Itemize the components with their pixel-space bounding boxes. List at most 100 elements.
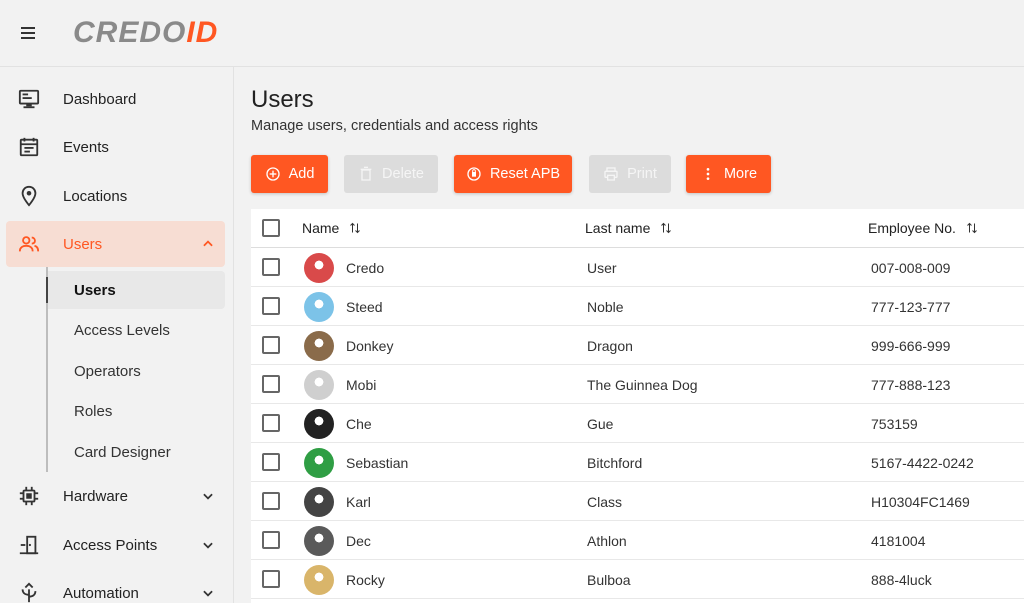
sidebar-item-label: Access Points [63, 536, 158, 554]
sidebar-subitem-operators[interactable]: Operators [48, 352, 225, 390]
sort-icon[interactable] [349, 222, 361, 234]
cell-last-name: The Guinnea Dog [587, 377, 698, 393]
sidebar: Dashboard Events Locations Users Users A… [0, 67, 234, 603]
row-checkbox[interactable] [262, 531, 280, 549]
delete-button[interactable]: Delete [344, 155, 438, 193]
row-checkbox[interactable] [262, 336, 280, 354]
main-content: Users Manage users, credentials and acce… [234, 67, 1024, 603]
cell-last-name: Athlon [587, 533, 627, 549]
sidebar-subitem-label: Access Levels [74, 321, 170, 339]
row-checkbox[interactable] [262, 414, 280, 432]
more-button[interactable]: More [686, 155, 771, 193]
cell-name: Dec [346, 533, 371, 549]
sidebar-subitem-access-levels[interactable]: Access Levels [48, 311, 225, 349]
row-checkbox[interactable] [262, 570, 280, 588]
sidebar-item-dashboard[interactable]: Dashboard [6, 76, 225, 122]
trash-icon [360, 166, 372, 181]
chevron-up-icon [203, 240, 213, 247]
cell-name: Karl [346, 494, 371, 510]
avatar [304, 370, 334, 400]
row-checkbox[interactable] [262, 375, 280, 393]
cell-employee-no: H10304FC1469 [871, 494, 970, 510]
cell-employee-no: 888-4luck [871, 572, 932, 588]
cell-employee-no: 753159 [871, 416, 918, 432]
printer-icon [604, 167, 618, 181]
logo-text-orange: ID [186, 16, 219, 49]
sidebar-item-locations[interactable]: Locations [6, 173, 225, 219]
row-checkbox[interactable] [262, 492, 280, 510]
sidebar-item-automation[interactable]: Automation [6, 570, 225, 603]
cell-name: Mobi [346, 377, 377, 393]
table-row[interactable]: Sebastian Bitchford 5167-4422-0242 [251, 443, 1024, 482]
table-row[interactable]: Mobi The Guinnea Dog 777-888-123 [251, 365, 1024, 404]
avatar [304, 292, 334, 322]
sidebar-item-hardware[interactable]: Hardware [6, 473, 225, 519]
reset-apb-button[interactable]: Reset APB [454, 155, 572, 193]
cell-name: Che [346, 416, 372, 432]
avatar [304, 526, 334, 556]
cell-name: Donkey [346, 338, 394, 354]
print-button-label: Print [627, 166, 657, 182]
sort-icon[interactable] [660, 222, 672, 234]
cell-last-name: Dragon [587, 338, 633, 354]
avatar [304, 487, 334, 517]
table-row[interactable]: Dec Athlon 4181004 [251, 521, 1024, 560]
users-icon [18, 236, 40, 252]
select-all-checkbox[interactable] [262, 219, 280, 237]
table-row[interactable]: Steed Noble 777-123-777 [251, 287, 1024, 326]
cell-last-name: User [587, 260, 617, 276]
sidebar-subitem-roles[interactable]: Roles [48, 392, 225, 430]
cell-name: Sebastian [346, 455, 409, 471]
table-header: Name Last name Employee No. [251, 209, 1024, 248]
page-subtitle: Manage users, credentials and access rig… [251, 118, 538, 134]
sidebar-subitem-card-designer[interactable]: Card Designer [48, 433, 225, 471]
chip-icon [19, 486, 39, 506]
sidebar-subitem-label: Card Designer [74, 443, 171, 461]
table-row[interactable]: Credo User 007-008-009 [251, 248, 1024, 287]
column-header-employee-no[interactable]: Employee No. [868, 220, 978, 236]
add-button-label: Add [288, 166, 315, 182]
cell-last-name: Bitchford [587, 455, 643, 471]
cell-last-name: Gue [587, 416, 614, 432]
row-checkbox[interactable] [262, 258, 280, 276]
avatar [304, 409, 334, 439]
sidebar-item-label: Users [63, 235, 103, 253]
page-title: Users [251, 86, 314, 113]
table-row[interactable]: Karl Class H10304FC1469 [251, 482, 1024, 521]
monitor-icon [18, 89, 40, 109]
users-table: Name Last name Employee No. Credo User 0… [251, 209, 1024, 603]
calendar-icon [19, 137, 39, 157]
avatar [304, 253, 334, 283]
table-row[interactable]: Che Gue 753159 [251, 404, 1024, 443]
avatar [304, 331, 334, 361]
sidebar-subitem-users[interactable]: Users [46, 271, 225, 309]
cell-last-name: Bulboa [587, 572, 631, 588]
row-checkbox[interactable] [262, 297, 280, 315]
hamburger-menu-icon[interactable] [21, 27, 35, 39]
sidebar-item-users[interactable]: Users [6, 221, 225, 267]
sort-icon[interactable] [966, 222, 978, 234]
table-row[interactable]: Donkey Dragon 999-666-999 [251, 326, 1024, 365]
credoid-logo[interactable]: CREDO ID [73, 16, 219, 49]
sidebar-item-label: Dashboard [63, 90, 137, 108]
chevron-down-icon [203, 493, 213, 500]
sidebar-item-access-points[interactable]: Access Points [6, 522, 225, 568]
column-header-name[interactable]: Name [302, 220, 361, 236]
print-button[interactable]: Print [589, 155, 671, 193]
cell-employee-no: 777-888-123 [871, 377, 951, 393]
sidebar-item-label: Automation [63, 584, 139, 602]
sidebar-item-label: Hardware [63, 487, 129, 505]
sidebar-item-events[interactable]: Events [6, 124, 225, 170]
more-button-label: More [723, 166, 758, 182]
logo-text-grey: CREDO [73, 16, 187, 49]
add-button[interactable]: Add [251, 155, 328, 193]
sidebar-subitem-label: Roles [74, 402, 113, 420]
sidebar-item-label: Events [63, 138, 109, 156]
cell-name: Rocky [346, 572, 385, 588]
row-checkbox[interactable] [262, 453, 280, 471]
avatar [304, 565, 334, 595]
cell-name: Steed [346, 299, 383, 315]
table-row[interactable]: Rocky Bulboa 888-4luck [251, 560, 1024, 599]
chevron-down-icon [203, 590, 213, 597]
column-header-last-name[interactable]: Last name [585, 220, 672, 236]
